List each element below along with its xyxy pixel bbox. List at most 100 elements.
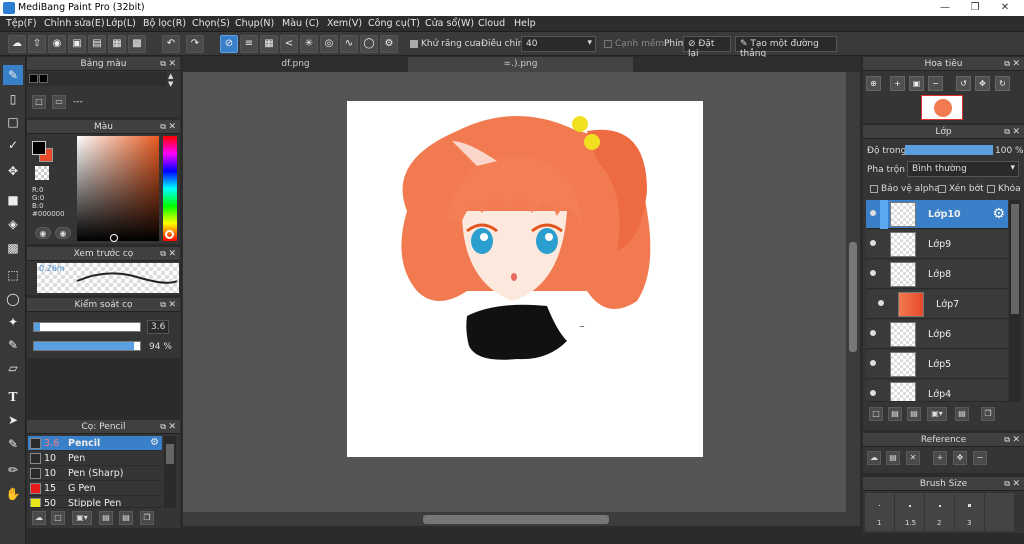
eyedropper-tool-icon[interactable]: ✏ — [3, 460, 23, 480]
snap-perspective-icon[interactable]: < — [280, 35, 298, 53]
layer-row[interactable]: Lớp10 ⚙ — [866, 200, 1008, 229]
layer-opacity-slider[interactable] — [905, 145, 993, 155]
menu-layer[interactable]: Lớp(L) — [106, 18, 136, 29]
rotate-left-icon[interactable]: ↺ — [956, 76, 971, 91]
duplicate-layer-icon[interactable]: ❐ — [981, 407, 995, 421]
close-icon[interactable]: ✕ — [168, 57, 176, 71]
pages-icon[interactable]: ▦ — [108, 35, 126, 53]
visibility-icon[interactable] — [870, 390, 876, 396]
comic-icon[interactable]: ▣ — [68, 35, 86, 53]
undock-icon[interactable]: ⧉ — [160, 298, 166, 312]
duplicate-icon[interactable]: ❐ — [140, 511, 154, 525]
snap-settings-icon[interactable]: ⚙ — [380, 35, 398, 53]
select-eraser-tool-icon[interactable]: ▱ — [3, 358, 23, 378]
protect-alpha-checkbox[interactable]: Bảo vệ alpha — [870, 184, 940, 194]
reset-button[interactable]: ⊘ Đặt lại — [683, 36, 731, 59]
visibility-icon[interactable] — [870, 240, 876, 246]
snap-radial-icon[interactable]: ✳ — [300, 35, 318, 53]
snap-off-icon[interactable]: ⊘ — [220, 35, 238, 53]
close-icon[interactable]: ✕ — [1012, 433, 1020, 447]
visibility-icon[interactable] — [870, 330, 876, 336]
palette-scroll-icon[interactable]: ▲ ▼ — [168, 72, 173, 88]
antialias-checkbox[interactable]: Khử răng cưa — [410, 39, 481, 49]
layers-scrollbar[interactable] — [1009, 200, 1021, 402]
text-tool-icon[interactable]: T — [3, 387, 23, 407]
clipping-checkbox[interactable]: Xén bớt — [938, 184, 984, 194]
folder-icon[interactable]: ▤ — [119, 511, 133, 525]
undock-icon[interactable]: ⧉ — [1004, 57, 1010, 71]
close-icon[interactable]: ✕ — [168, 420, 176, 434]
cloud-reference-icon[interactable]: ☁ — [867, 451, 881, 465]
snap-ellipse-icon[interactable]: ◯ — [360, 35, 378, 53]
new-8bit-layer-icon[interactable]: ▤ — [907, 407, 921, 421]
visibility-icon[interactable] — [870, 270, 876, 276]
brush-tool-icon[interactable]: ✎ — [3, 65, 23, 85]
close-icon[interactable]: ✕ — [1012, 125, 1020, 139]
brush-item[interactable]: 50 Stipple Pen — [28, 496, 162, 508]
undock-icon[interactable]: ⧉ — [1004, 433, 1010, 447]
menu-cloud[interactable]: Cloud — [478, 18, 505, 29]
rotate-right-icon[interactable]: ↻ — [995, 76, 1010, 91]
transparent-color-swatch[interactable] — [35, 166, 49, 180]
close-icon[interactable]: ✕ — [992, 0, 1018, 16]
select-pen-tool-icon[interactable]: ✎ — [3, 335, 23, 355]
brush-settings-icon[interactable]: ▤ — [99, 511, 113, 525]
menu-filter[interactable]: Bộ lọc(R) — [143, 18, 186, 29]
page-icon[interactable]: ▤ — [88, 35, 106, 53]
fill-rect-tool-icon[interactable]: ■ — [3, 190, 23, 210]
undock-icon[interactable]: ⧉ — [1004, 477, 1010, 491]
operation-tool-icon[interactable]: ➤ — [3, 410, 23, 430]
brush-size-cell[interactable]: 1.5 — [895, 493, 924, 531]
menu-file[interactable]: Tệp(F) — [6, 18, 37, 29]
foreground-color-swatch[interactable] — [32, 141, 46, 155]
redo-icon[interactable]: ↷ — [186, 35, 204, 53]
blend-select[interactable]: Bình thường ▾ — [907, 161, 1019, 177]
menu-edit[interactable]: Chỉnh sửa(E) — [44, 18, 105, 29]
navigator-preview[interactable] — [921, 95, 963, 120]
snap-curve-icon[interactable]: ∿ — [340, 35, 358, 53]
cloud-icon[interactable]: ☁ — [8, 35, 26, 53]
new-palette-icon[interactable]: □ — [32, 95, 46, 109]
folder-icon[interactable]: ▤ — [955, 407, 969, 421]
menu-capture[interactable]: Chụp(N) — [235, 18, 274, 29]
zoom-fit-icon[interactable]: ⊕ — [866, 76, 881, 91]
hue-slider[interactable] — [163, 136, 177, 241]
export-icon[interactable]: ⇧ — [28, 35, 46, 53]
fit-screen-icon[interactable]: ✥ — [975, 76, 990, 91]
brush-size-cell[interactable]: 3 — [955, 493, 984, 531]
brush-size-slider[interactable] — [33, 322, 141, 332]
fit-icon[interactable]: ✥ — [953, 451, 967, 465]
move-tool-icon[interactable]: ✥ — [3, 161, 23, 181]
brush-size-cell[interactable]: 1 — [865, 493, 894, 531]
bucket-tool-icon[interactable]: ◈ — [3, 214, 23, 234]
canvas-area[interactable]: ~ — [183, 72, 860, 526]
brush-size-cell[interactable] — [985, 493, 1014, 531]
delete-palette-icon[interactable]: ▭ — [52, 95, 66, 109]
canvas[interactable]: ~ — [347, 101, 703, 457]
close-icon[interactable]: ✕ — [168, 247, 176, 261]
new-halftone-layer-icon[interactable]: ▤ — [888, 407, 902, 421]
brush-size-value[interactable]: 3.6 — [147, 320, 170, 334]
brush-item[interactable]: 10 Pen — [28, 451, 162, 466]
create-line-button[interactable]: ✎ Tạo một đường thẳng — [735, 36, 837, 59]
select-tool-icon[interactable]: ⬚ — [3, 265, 23, 285]
undock-icon[interactable]: ⧉ — [160, 247, 166, 261]
zoom-in-icon[interactable]: + — [933, 451, 947, 465]
undock-icon[interactable]: ⧉ — [160, 120, 166, 134]
new-brush-icon[interactable]: □ — [51, 511, 65, 525]
layer-row[interactable]: Lớp5 — [866, 350, 1008, 379]
magic-wand-tool-icon[interactable]: ✦ — [3, 312, 23, 332]
undock-icon[interactable]: ⧉ — [160, 420, 166, 434]
tab-df[interactable]: df.png — [183, 57, 408, 72]
horizontal-scrollbar[interactable] — [183, 512, 860, 526]
scroll-thumb[interactable] — [166, 444, 174, 464]
brush-item[interactable]: 10 Pen (Sharp) — [28, 466, 162, 481]
gradient-tool-icon[interactable]: ▩ — [3, 238, 23, 258]
snap-parallel-icon[interactable]: ≡ — [240, 35, 258, 53]
eraser-tool-icon[interactable]: ▯ — [3, 89, 23, 109]
close-icon[interactable]: ✕ — [1012, 57, 1020, 71]
brush-item[interactable]: 3.6 Pencil ⚙ — [28, 436, 162, 451]
color-mode-icon[interactable]: ◉ — [35, 227, 51, 239]
cloud-brush-icon[interactable]: ☁ — [32, 511, 46, 525]
close-reference-icon[interactable]: ✕ — [906, 451, 920, 465]
